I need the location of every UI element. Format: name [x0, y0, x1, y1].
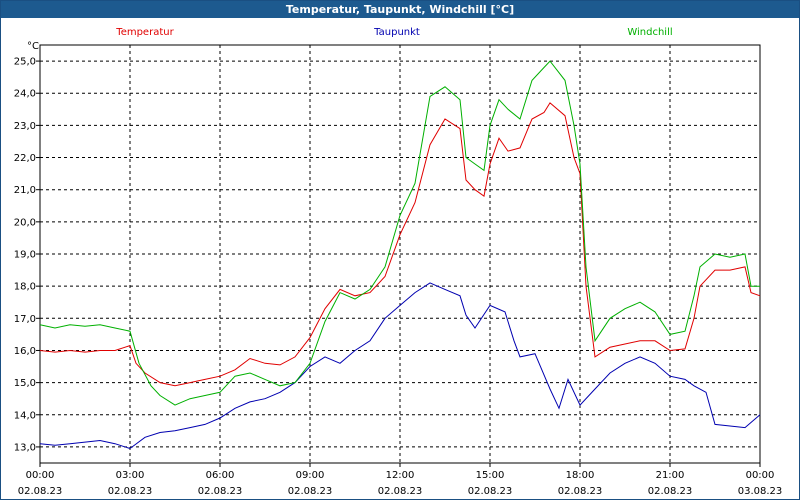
line-chart: °C Temperatur Taupunkt Windchill 13,0 14,…	[14, 27, 783, 497]
x-tick-date-label: 02.08.23	[288, 486, 333, 497]
x-tick-time-label: 06:00	[206, 470, 235, 481]
y-tick-label: 21,0	[14, 185, 36, 196]
x-tick-date-label: 02.08.23	[648, 486, 693, 497]
x-tick-date-label: 02.08.23	[18, 486, 63, 497]
x-tick-time-label: 15:00	[476, 470, 505, 481]
y-tick-label: 16,0	[14, 346, 36, 357]
x-tick-time-label: 12:00	[386, 470, 415, 481]
y-tick-label: 25,0	[14, 57, 36, 68]
legend-temperatur: Temperatur	[115, 27, 174, 38]
y-tick-label: 23,0	[14, 121, 36, 132]
x-tick-date-label: 02.08.23	[108, 486, 153, 497]
y-tick-label: 22,0	[14, 153, 36, 164]
x-tick-time-label: 00:00	[746, 470, 775, 481]
x-tick-date-label: 03.08.23	[738, 486, 783, 497]
x-tick-time-label: 21:00	[656, 470, 685, 481]
y-tick-label: 15,0	[14, 378, 36, 389]
y-tick-label: 24,0	[14, 89, 36, 100]
x-tick-time-label: 03:00	[116, 470, 145, 481]
x-tick-time-label: 00:00	[26, 470, 55, 481]
x-tick-date-label: 02.08.23	[468, 486, 513, 497]
y-tick-label: 13,0	[14, 442, 36, 453]
x-tick-time-label: 09:00	[296, 470, 325, 481]
y-tick-label: 17,0	[14, 314, 36, 325]
legend-windchill: Windchill	[627, 27, 672, 38]
y-tick-label: 20,0	[14, 217, 36, 228]
chart-window: Temperatur, Taupunkt, Windchill [°C] °C …	[0, 0, 800, 500]
y-tick-label: 14,0	[14, 410, 36, 421]
y-ticks: 13,0 14,0 15,0 16,0 17,0 18,0 19,0 20,0 21,0 22,0…	[14, 57, 40, 453]
x-ticks: 00:00 02.08.23 03:00 02.08.23 06:00 02.08.23 0…	[18, 463, 783, 497]
x-tick-date-label: 02.08.23	[378, 486, 423, 497]
grid	[40, 45, 760, 463]
y-axis-unit-label: °C	[27, 41, 39, 52]
legend-taupunkt: Taupunkt	[373, 27, 420, 38]
x-tick-date-label: 02.08.23	[558, 486, 603, 497]
x-tick-time-label: 18:00	[566, 470, 595, 481]
x-tick-date-label: 02.08.23	[198, 486, 243, 497]
y-tick-label: 18,0	[14, 282, 36, 293]
y-tick-label: 19,0	[14, 250, 36, 261]
